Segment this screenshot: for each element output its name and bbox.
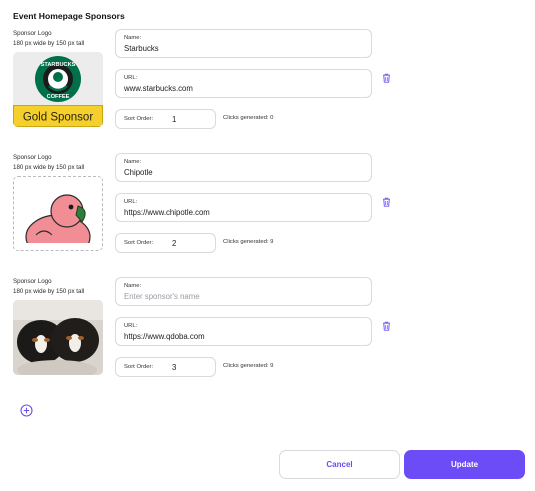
plus-circle-icon[interactable] (20, 404, 33, 417)
url-input-value[interactable]: https://www.qdoba.com (124, 332, 205, 341)
sort-order-label: Sort Order: (124, 240, 154, 246)
logo-caption-size: 180 px wide by 150 px tall (13, 163, 85, 171)
logo-caption-title: Sponsor Logo (13, 30, 52, 37)
sponsor-url-field[interactable]: URL: https://www.chipotle.com (115, 193, 372, 222)
trash-icon[interactable] (382, 321, 391, 331)
logo-caption-title: Sponsor Logo (13, 154, 52, 161)
logo-caption: Sponsor Logo 180 px wide by 150 px tall (13, 29, 84, 48)
name-input-placeholder[interactable]: Enter sponsor's name (124, 292, 200, 301)
sponsor-row: Sponsor Logo 180 px wide by 150 px tall … (0, 153, 535, 273)
sponsor-url-field[interactable]: URL: https://www.qdoba.com (115, 317, 372, 346)
logo-caption: Sponsor Logo 180 px wide by 150 px tall (13, 153, 84, 172)
sort-order-label: Sort Order: (124, 116, 154, 122)
sponsor-name-field[interactable]: Name: Starbucks (115, 29, 372, 58)
update-button[interactable]: Update (404, 450, 525, 479)
sponsor-name-field[interactable]: Name: Enter sponsor's name (115, 277, 372, 306)
sort-order-field[interactable]: Sort Order: 2 (115, 233, 216, 253)
url-input-value[interactable]: www.starbucks.com (124, 84, 193, 93)
name-input-value[interactable]: Chipotle (124, 168, 153, 177)
sponsor-url-field[interactable]: URL: www.starbucks.com (115, 69, 372, 98)
parrot-logo-image (14, 194, 102, 250)
starbucks-logo-image: STARBUCKS COFFEE Gold Sponsor (13, 52, 103, 127)
logo-caption-size: 180 px wide by 150 px tall (13, 287, 85, 295)
trash-icon[interactable] (382, 73, 391, 83)
puppies-photo-image (13, 300, 103, 375)
cancel-button[interactable]: Cancel (279, 450, 400, 479)
sort-order-value[interactable]: 3 (172, 363, 176, 372)
sponsor-logo-upload[interactable]: STARBUCKS COFFEE Gold Sponsor (13, 52, 103, 127)
clicks-generated: Clicks generated: 0 (223, 115, 274, 121)
sort-order-value[interactable]: 2 (172, 239, 176, 248)
url-input-value[interactable]: https://www.chipotle.com (124, 208, 210, 217)
gold-sponsor-badge-text: Gold Sponsor (23, 112, 93, 124)
sponsor-row: Sponsor Logo 180 px wide by 150 px tall … (0, 277, 535, 397)
section-title: Event Homepage Sponsors (13, 11, 125, 21)
clicks-generated: Clicks generated: 9 (223, 363, 274, 369)
url-label: URL: (124, 199, 138, 205)
sponsor-logo-upload[interactable] (13, 176, 103, 251)
logo-caption-title: Sponsor Logo (13, 278, 52, 285)
url-label: URL: (124, 323, 138, 329)
sponsor-row: Sponsor Logo 180 px wide by 150 px tall … (0, 29, 535, 149)
starbucks-logo-text: STARBUCKS (41, 62, 76, 68)
logo-caption-size: 180 px wide by 150 px tall (13, 39, 85, 47)
sponsor-name-field[interactable]: Name: Chipotle (115, 153, 372, 182)
sort-order-label: Sort Order: (124, 364, 154, 370)
name-label: Name: (124, 159, 142, 165)
sort-order-field[interactable]: Sort Order: 1 (115, 109, 216, 129)
sort-order-field[interactable]: Sort Order: 3 (115, 357, 216, 377)
sort-order-value[interactable]: 1 (172, 115, 176, 124)
logo-caption: Sponsor Logo 180 px wide by 150 px tall (13, 277, 84, 296)
name-label: Name: (124, 283, 142, 289)
url-label: URL: (124, 75, 138, 81)
sponsor-logo-upload[interactable] (13, 300, 103, 375)
name-label: Name: (124, 35, 142, 41)
name-input-value[interactable]: Starbucks (124, 44, 159, 53)
svg-text:COFFEE: COFFEE (47, 94, 70, 100)
clicks-generated: Clicks generated: 9 (223, 239, 274, 245)
trash-icon[interactable] (382, 197, 391, 207)
